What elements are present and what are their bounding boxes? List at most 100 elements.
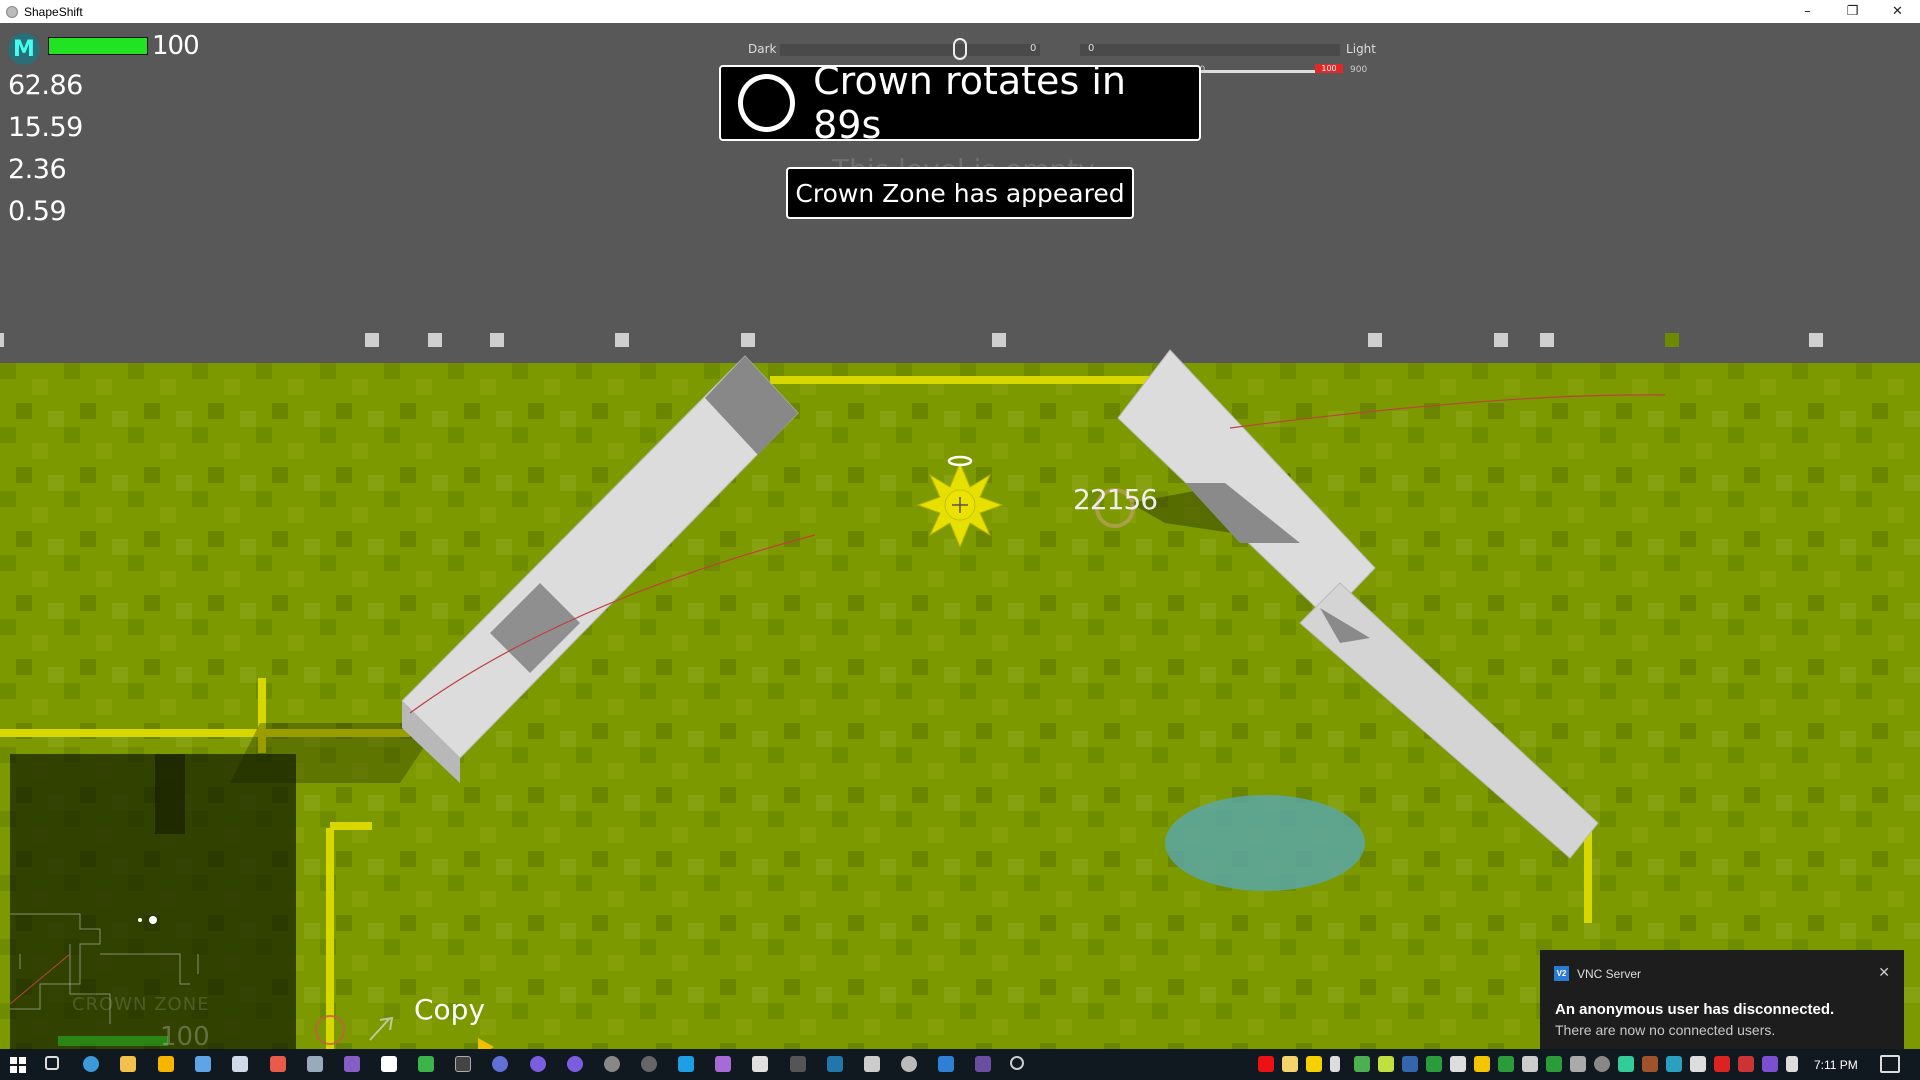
tray-icon-11[interactable] [1522,1056,1538,1072]
minimap[interactable]: CROWN ZONE 100 [10,754,296,1049]
horizon-markers [0,333,1823,347]
health-bar [48,37,148,55]
light-bar [1080,44,1340,56]
taskbar-clock[interactable]: 7:11 PM [1814,1058,1858,1072]
light-sub-red: 100 [1315,64,1343,73]
network-icon[interactable] [1786,1056,1798,1072]
stat-3: 2.36 [8,154,67,185]
app-icon-6[interactable] [270,1056,286,1072]
window-controls: – ❐ ✕ [1785,0,1920,23]
app-icon-18[interactable] [715,1056,731,1072]
crown-timer-text: Crown rotates in 89s [813,59,1126,147]
tray-icon-15[interactable] [1618,1056,1634,1072]
vnc-icon: V2 [1554,966,1569,981]
light-label: Light [1346,42,1376,56]
windows-taskbar: 7:11 PM [0,1049,1920,1080]
player-character [916,455,1004,549]
minimize-button[interactable]: – [1785,0,1830,23]
tray-icon-red[interactable] [1258,1056,1274,1072]
visual-studio-icon[interactable] [344,1056,360,1072]
app-icon-17[interactable] [678,1056,694,1072]
volume-icon[interactable] [1690,1056,1706,1072]
crown-zone-banner: Crown Zone has appeared [786,167,1134,219]
app-icon-14[interactable] [567,1056,583,1072]
app-icon-21[interactable] [827,1056,843,1072]
light-sub-b: 900 [1350,65,1368,75]
app-icon-3[interactable] [158,1056,174,1072]
tray-icon-13[interactable] [1570,1056,1586,1072]
tray-icon-19[interactable] [1714,1056,1730,1072]
water-puddle [1165,795,1365,891]
restore-button[interactable]: ❐ [1830,0,1875,23]
minimap-zone-label: CROWN ZONE [72,994,210,1015]
minimap-value: 100 [160,1022,210,1049]
dark-label: Dark [748,42,777,56]
tool-icons [315,1015,394,1045]
app-icon-4[interactable] [195,1056,211,1072]
app-icon-13[interactable] [530,1056,546,1072]
tray-icon-14[interactable] [1594,1056,1610,1072]
left-wall [401,355,799,783]
toast-body: There are now no connected users. [1555,1022,1776,1038]
hud-stats-panel: M 100 62.86 15.59 2.36 0.59 [8,27,200,233]
browser-icon[interactable] [83,1056,99,1072]
stat-2: 15.59 [8,112,83,143]
notification-center-icon[interactable] [1880,1055,1900,1073]
steam-icon[interactable] [307,1056,323,1072]
app-icon-19[interactable] [752,1056,768,1072]
dark-bar [780,44,1040,56]
tray-icon-7[interactable] [1426,1056,1442,1072]
star-icon[interactable] [1474,1056,1490,1072]
close-button[interactable]: ✕ [1875,0,1920,23]
tray-icon-chart[interactable] [1378,1056,1394,1072]
onenote-icon[interactable] [1762,1056,1778,1072]
timer-ring-icon [738,74,796,132]
health-bar-fill [49,38,147,54]
player-avatar: M [8,33,40,65]
toast-title: An anonymous user has disconnected. [1555,1001,1835,1018]
tray-icon-6[interactable] [1402,1056,1418,1072]
tray-icon-12[interactable] [1546,1056,1562,1072]
app-icon-20[interactable] [790,1056,806,1072]
dark-value: 0 [1030,43,1037,54]
window-title: ShapeShift [24,4,83,19]
discord-icon[interactable] [492,1056,508,1072]
tray-icon-16[interactable] [1642,1056,1658,1072]
balance-knob [953,38,967,60]
tray-icon-17[interactable] [1666,1056,1682,1072]
app-icon-22[interactable] [864,1056,880,1072]
start-button[interactable] [10,1057,26,1073]
health-value: 100 [152,31,200,61]
crown-timer-banner: Crown rotates in 89s [719,59,1201,147]
tray-icon-note[interactable] [1282,1056,1298,1072]
minimap-bar [58,1036,168,1046]
toast-close-button[interactable]: ✕ [1878,964,1890,981]
tray-icon-graph[interactable] [1354,1056,1370,1072]
copy-tool-label: Copy [414,993,486,1026]
vnc-notification[interactable]: V2 VNC Server ✕ An anonymous user has dis… [1540,950,1904,1049]
tray-icon-folder[interactable] [1306,1056,1322,1072]
shield-icon[interactable] [1450,1056,1466,1072]
app-icon-9[interactable] [381,1056,397,1072]
app-icon-24[interactable] [938,1056,954,1072]
score-number: 22156 [1073,483,1158,516]
app-icon-25[interactable] [975,1056,991,1072]
app-icon-23[interactable] [901,1056,917,1072]
shapeshift-taskbar-icon[interactable] [1010,1056,1024,1070]
toast-app-name: VNC Server [1577,966,1642,981]
app-icon-10[interactable] [418,1056,434,1072]
file-explorer-icon[interactable] [120,1056,136,1072]
app-icon-16[interactable] [641,1056,657,1072]
tray-icon-20[interactable] [1738,1056,1754,1072]
stat-1: 62.86 [8,70,83,101]
window-titlebar: ShapeShift – ❐ ✕ [0,0,1920,23]
app-icon-5[interactable] [232,1056,248,1072]
app-icon [6,5,18,18]
terminal-icon[interactable] [455,1056,471,1072]
app-icon-15[interactable] [604,1056,620,1072]
tray-icon-10[interactable] [1498,1056,1514,1072]
microphone-icon[interactable] [1330,1056,1340,1072]
game-viewport[interactable]: M 100 62.86 15.59 2.36 0.59 Dark 0 0 Lig… [0,23,1920,1049]
task-view-icon[interactable] [45,1056,59,1070]
light-value: 0 [1088,43,1095,54]
